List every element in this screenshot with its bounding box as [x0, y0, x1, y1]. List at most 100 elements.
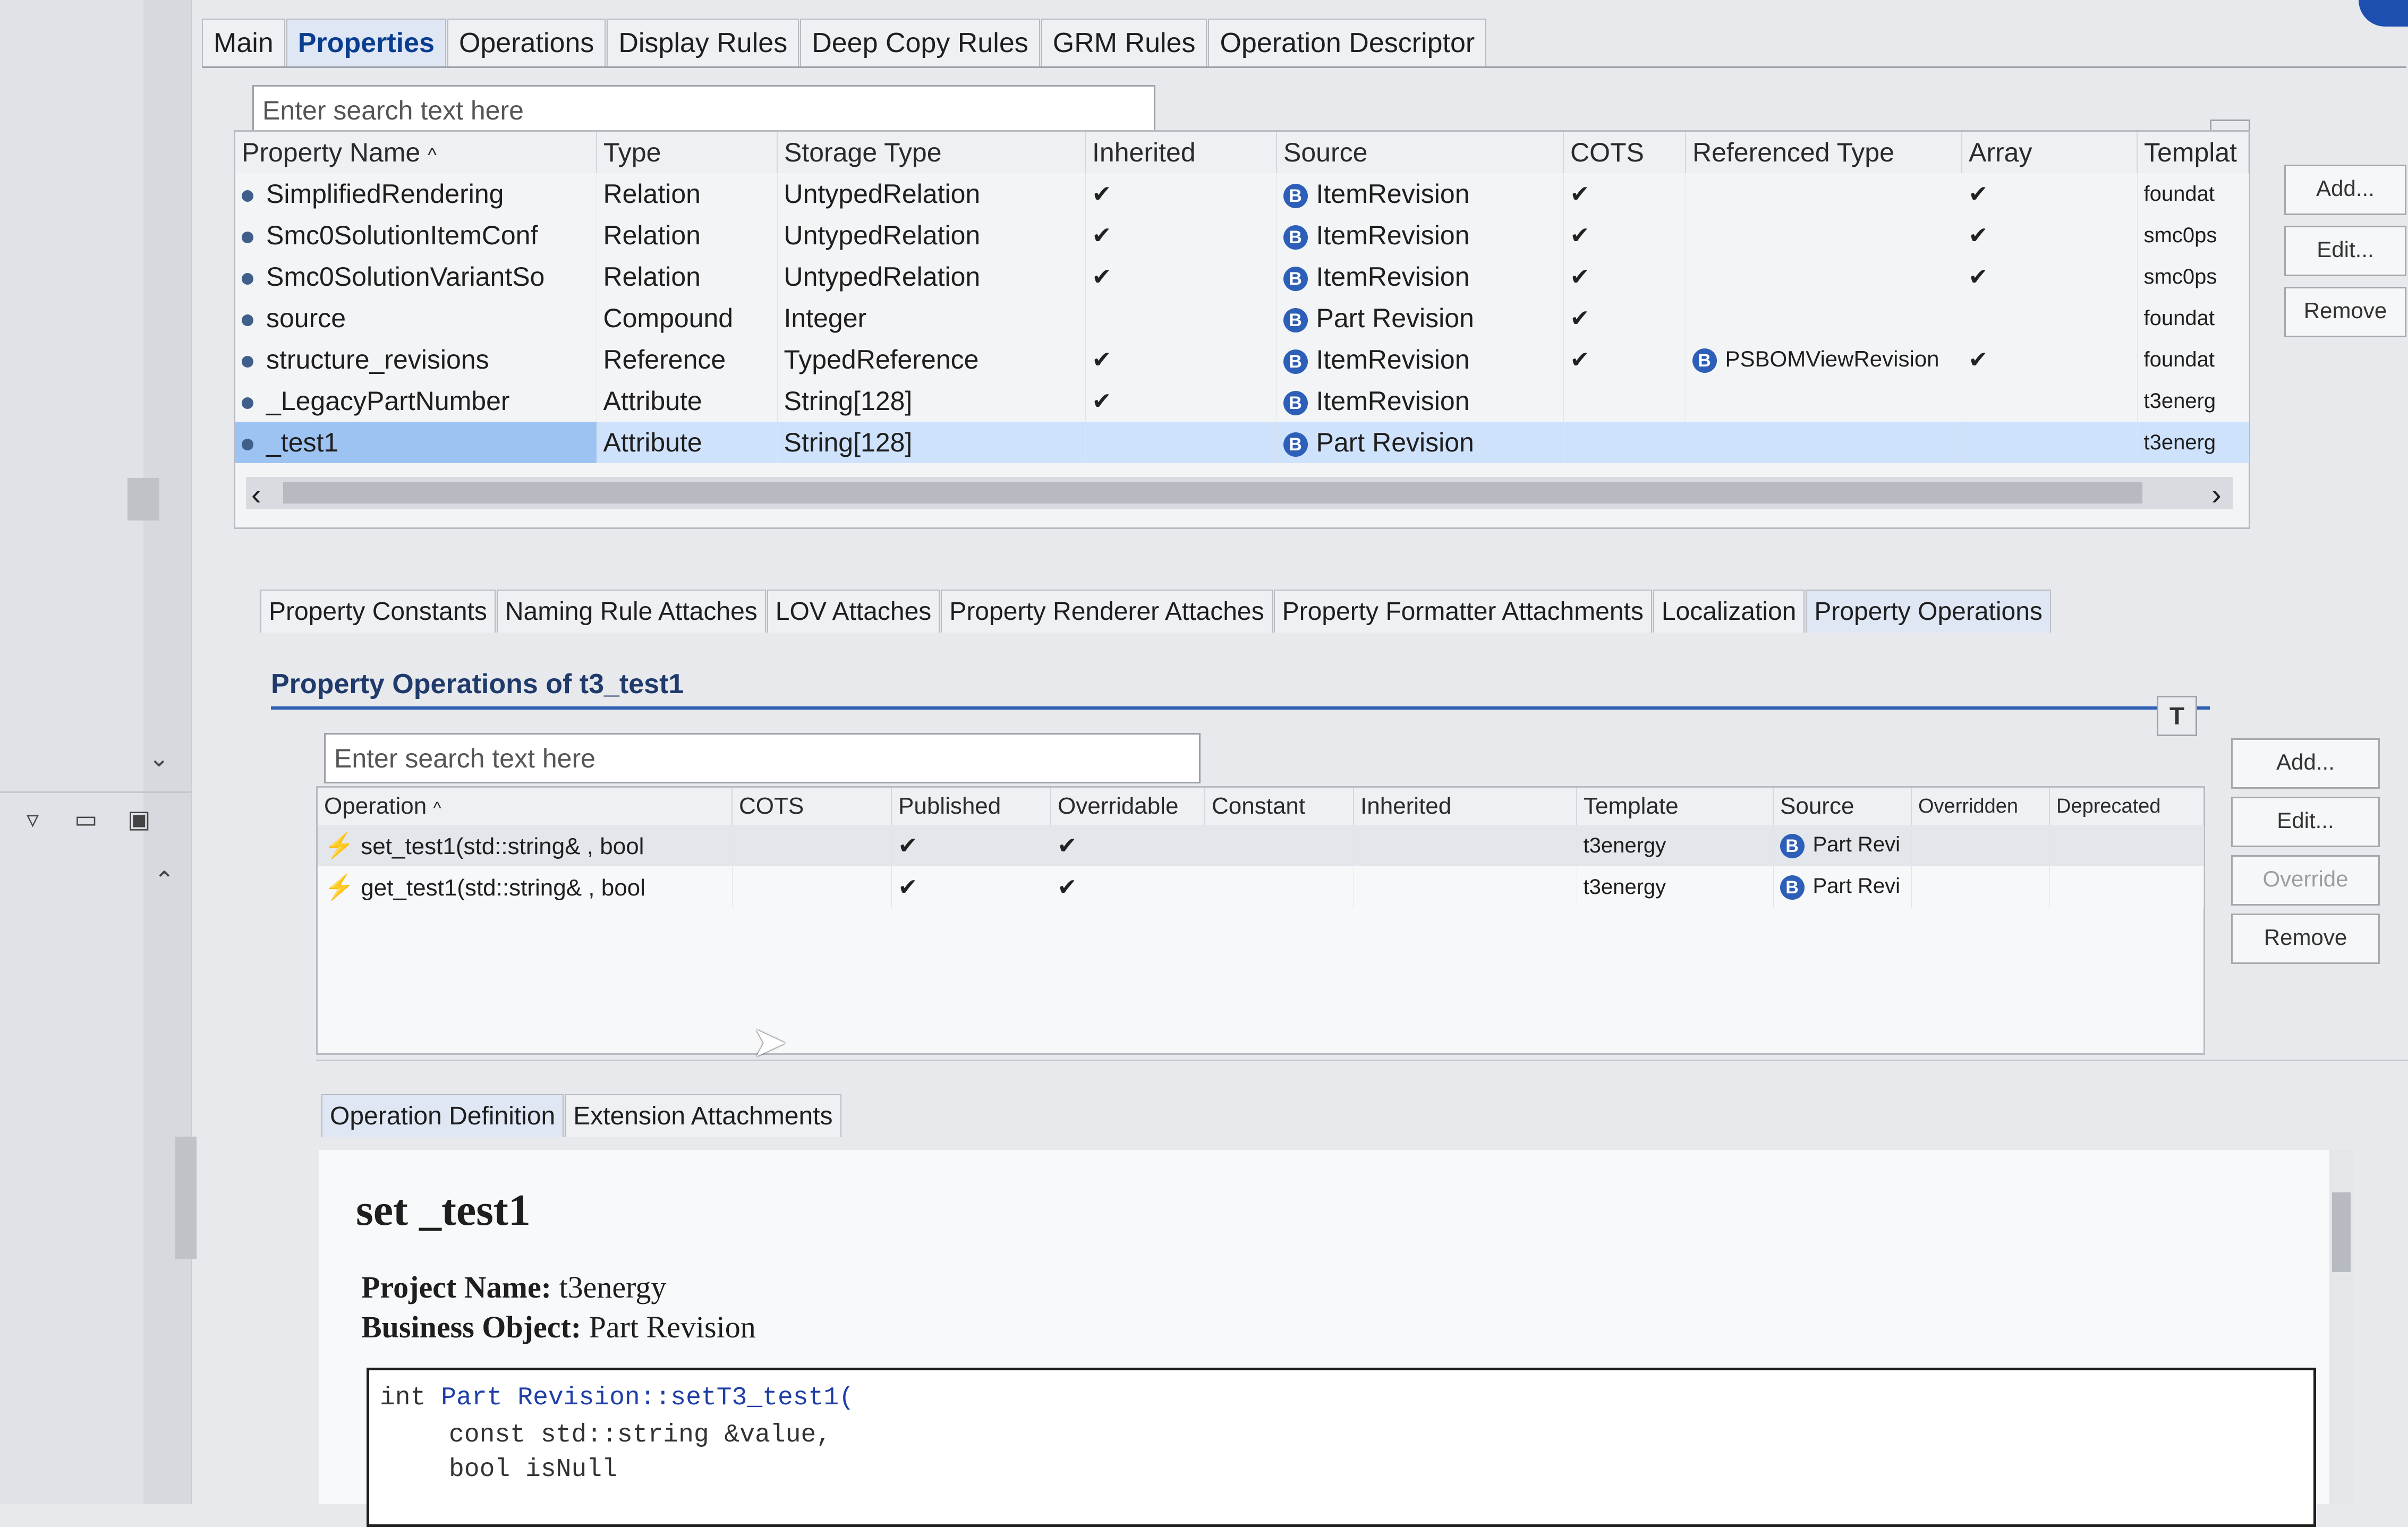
section-title: Property Operations of t3_test1 — [271, 669, 684, 699]
tab-property-constants[interactable]: Property Constants — [260, 590, 496, 633]
column-header-template[interactable]: Template — [1577, 788, 1774, 825]
table-row[interactable]: structure_revisions Reference TypedRefer… — [235, 339, 2249, 380]
tab-operation-definition[interactable]: Operation Definition — [321, 1094, 564, 1137]
constant-check — [1205, 866, 1354, 908]
properties-search-input[interactable]: Enter search text here — [252, 85, 1155, 135]
tab-operation-descriptor[interactable]: Operation Descriptor — [1208, 19, 1487, 66]
divider — [316, 1060, 2408, 1061]
sort-up-icon: ^ — [433, 798, 441, 817]
operation-name: get_test1(std::string& , bool — [361, 874, 645, 901]
tab-property-renderer-attaches[interactable]: Property Renderer Attaches — [941, 590, 1273, 633]
scroll-right-icon[interactable]: › — [2211, 477, 2222, 511]
inherited-check — [1085, 297, 1277, 339]
chevron-down-icon[interactable]: ⌄ — [149, 744, 169, 772]
template-value: t3energ — [2137, 380, 2249, 422]
referenced-type — [1686, 256, 1962, 297]
property-icon — [242, 272, 253, 285]
table-row-selected[interactable]: ⚡ set_test1(std::string& , bool ✔ ✔ t3ene… — [318, 825, 2204, 866]
table-row[interactable]: ⚡ get_test1(std::string& , bool ✔ ✔ t3ene… — [318, 866, 2204, 908]
tab-display-rules[interactable]: Display Rules — [607, 19, 799, 66]
tab-grm-rules[interactable]: GRM Rules — [1041, 19, 1207, 66]
horizontal-scrollbar[interactable]: ‹ › — [246, 477, 2233, 511]
business-object-value: Part Revision — [589, 1310, 756, 1344]
tab-property-formatter-attachments[interactable]: Property Formatter Attachments — [1273, 590, 1652, 633]
table-row[interactable]: source Compound Integer B Part Revision ✔… — [235, 297, 2249, 339]
scroll-thumb[interactable] — [175, 1137, 197, 1259]
override-operation-button[interactable]: Override — [2231, 855, 2380, 906]
table-row[interactable]: Smc0SolutionItemConf Relation UntypedRel… — [235, 215, 2249, 256]
property-name: structure_revisions — [266, 345, 489, 374]
help-icon[interactable] — [2359, 0, 2408, 27]
operations-search-input[interactable]: Enter search text here — [324, 733, 1201, 783]
operation-icon: ⚡ — [324, 873, 355, 901]
referenced-type: PSBOMViewRevision — [1725, 346, 1939, 372]
tab-operations[interactable]: Operations — [447, 19, 606, 66]
column-header-cots[interactable]: COTS — [732, 788, 892, 825]
column-header-property-name[interactable]: Property Name ^ — [235, 132, 597, 173]
column-header-source[interactable]: Source — [1277, 132, 1564, 173]
edit-operation-button[interactable]: Edit... — [2231, 797, 2380, 847]
template-value: t3energy — [1577, 866, 1774, 908]
column-header-source[interactable]: Source — [1773, 788, 1912, 825]
edit-property-button[interactable]: Edit... — [2284, 226, 2406, 276]
column-header-overridden[interactable]: Overridden — [1911, 788, 2050, 825]
inherited-check — [1354, 866, 1577, 908]
cots-check — [1563, 380, 1686, 422]
business-object-icon: B — [1283, 183, 1308, 208]
storage-type: String[128] — [777, 380, 1086, 422]
property-name: SimplifiedRendering — [266, 179, 504, 209]
scroll-thumb[interactable] — [2332, 1192, 2351, 1272]
minimize-icon[interactable]: ▭ — [74, 805, 97, 833]
tab-lov-attaches[interactable]: LOV Attaches — [767, 590, 940, 633]
add-property-button[interactable]: Add... — [2284, 165, 2406, 215]
column-header-cots[interactable]: COTS — [1563, 132, 1686, 173]
table-row-selected[interactable]: _test1 Attribute String[128] B Part Revis… — [235, 422, 2249, 463]
tab-property-operations[interactable]: Property Operations — [1806, 590, 2051, 633]
operations-table-panel: Operation ^ COTS Published Overridable C… — [316, 786, 2205, 1055]
array-check — [1962, 422, 2138, 463]
remove-property-button[interactable]: Remove — [2284, 287, 2406, 337]
column-header-deprecated[interactable]: Deprecated — [2049, 788, 2204, 825]
business-object-row: Business Object: Part Revision — [361, 1309, 756, 1345]
property-icon — [242, 355, 253, 368]
cots-check — [732, 825, 892, 866]
column-header-overridable[interactable]: Overridable — [1051, 788, 1205, 825]
table-row[interactable]: Smc0SolutionVariantSo Relation UntypedRe… — [235, 256, 2249, 297]
code-line: bool isNull — [449, 1455, 617, 1484]
column-header-published[interactable]: Published — [891, 788, 1051, 825]
scroll-thumb[interactable] — [283, 482, 2142, 504]
tab-properties[interactable]: Properties — [286, 19, 446, 66]
business-object-icon: B — [1780, 833, 1805, 858]
property-type: Relation — [597, 256, 778, 297]
column-header-array[interactable]: Array — [1962, 132, 2138, 173]
column-header-operation[interactable]: Operation ^ — [318, 788, 733, 825]
column-header-referenced-type[interactable]: Referenced Type — [1686, 132, 1962, 173]
table-row[interactable]: _LegacyPartNumber Attribute String[128] … — [235, 380, 2249, 422]
source-value: Part Revi — [1813, 833, 1901, 857]
table-row[interactable]: SimplifiedRendering Relation UntypedRela… — [235, 173, 2249, 215]
column-header-storage-type[interactable]: Storage Type — [777, 132, 1086, 173]
scroll-thumb[interactable] — [127, 478, 159, 521]
tab-bar-underline — [202, 66, 2406, 68]
view-menu-icon[interactable]: ▿ — [27, 805, 39, 833]
tab-naming-rule-attaches[interactable]: Naming Rule Attaches — [496, 590, 766, 633]
property-type: Attribute — [597, 422, 778, 463]
maximize-icon[interactable]: ▣ — [127, 805, 150, 833]
column-header-type[interactable]: Type — [597, 132, 778, 173]
filter-icon[interactable]: T — [2157, 696, 2197, 736]
column-header-inherited[interactable]: Inherited — [1354, 788, 1577, 825]
tab-localization[interactable]: Localization — [1653, 590, 1805, 633]
scroll-left-icon[interactable]: ‹ — [251, 477, 261, 511]
cots-check — [732, 866, 892, 908]
tab-main[interactable]: Main — [202, 19, 285, 66]
column-header-template[interactable]: Templat — [2137, 132, 2249, 173]
vertical-scrollbar[interactable] — [2329, 1150, 2353, 1504]
tab-deep-copy-rules[interactable]: Deep Copy Rules — [800, 19, 1040, 66]
remove-operation-button[interactable]: Remove — [2231, 914, 2380, 964]
tab-extension-attachments[interactable]: Extension Attachments — [565, 1094, 841, 1137]
column-header-constant[interactable]: Constant — [1205, 788, 1354, 825]
add-operation-button[interactable]: Add... — [2231, 738, 2380, 789]
chevron-up-icon[interactable]: ⌃ — [154, 866, 175, 894]
column-header-inherited[interactable]: Inherited — [1085, 132, 1277, 173]
source-value: ItemRevision — [1316, 386, 1470, 416]
